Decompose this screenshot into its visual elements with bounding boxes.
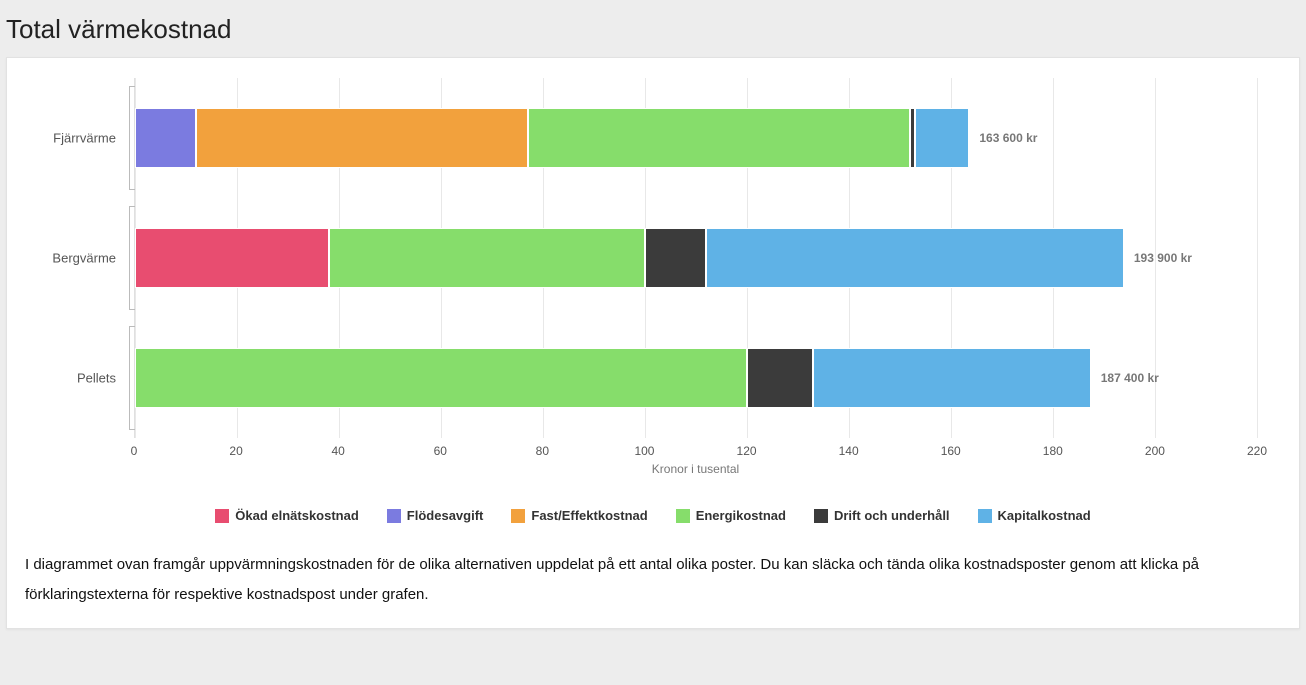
legend-label: Ökad elnätskostnad	[235, 508, 359, 523]
x-tick: 120	[737, 444, 757, 458]
bar-segment[interactable]	[706, 228, 1124, 288]
x-tick: 60	[434, 444, 447, 458]
legend-swatch	[814, 509, 828, 523]
x-tick: 220	[1247, 444, 1267, 458]
bar-segment[interactable]	[135, 228, 329, 288]
x-tick: 0	[131, 444, 138, 458]
legend-label: Kapitalkostnad	[998, 508, 1091, 523]
x-tick: 40	[331, 444, 344, 458]
grid-line	[1257, 78, 1258, 438]
bar-segment[interactable]	[747, 348, 813, 408]
y-axis-label: Bergvärme	[52, 251, 116, 266]
bar-segment[interactable]	[645, 228, 706, 288]
legend-item[interactable]: Energikostnad	[676, 508, 786, 523]
legend-item[interactable]: Drift och underhåll	[814, 508, 950, 523]
bar-row: 187 400 kr	[135, 348, 1257, 408]
legend-swatch	[215, 509, 229, 523]
bar-segment[interactable]	[528, 108, 911, 168]
legend-label: Drift och underhåll	[834, 508, 950, 523]
bar-segment[interactable]	[196, 108, 528, 168]
bar-total-label: 163 600 kr	[979, 131, 1037, 145]
legend-label: Fast/Effektkostnad	[531, 508, 647, 523]
bar-total-label: 193 900 kr	[1134, 251, 1192, 265]
legend-label: Flödesavgift	[407, 508, 484, 523]
x-tick: 140	[839, 444, 859, 458]
y-axis-label: Fjärrvärme	[53, 131, 116, 146]
x-tick: 20	[229, 444, 242, 458]
x-tick: 80	[536, 444, 549, 458]
y-axis-label: Pellets	[77, 371, 116, 386]
legend-item[interactable]: Fast/Effektkostnad	[511, 508, 647, 523]
x-axis-label: Kronor i tusental	[134, 462, 1257, 476]
x-tick: 100	[634, 444, 654, 458]
x-tick: 160	[941, 444, 961, 458]
chart-description: I diagrammet ovan framgår uppvärmningsko…	[19, 550, 1287, 610]
x-tick: 180	[1043, 444, 1063, 458]
legend-item[interactable]: Kapitalkostnad	[978, 508, 1091, 523]
bar-segment[interactable]	[135, 348, 747, 408]
page-title: Total värmekostnad	[0, 0, 1306, 57]
bar-total-label: 187 400 kr	[1101, 371, 1159, 385]
chart-legend: Ökad elnätskostnad Flödesavgift Fast/Effek…	[19, 508, 1287, 528]
bar-segment[interactable]	[813, 348, 1090, 408]
legend-swatch	[676, 509, 690, 523]
bar-row: 193 900 kr	[135, 228, 1257, 288]
legend-item[interactable]: Flödesavgift	[387, 508, 484, 523]
legend-item[interactable]: Ökad elnätskostnad	[215, 508, 359, 523]
chart: Fjärrvärme Bergvärme Pellets 163 600 kr 193…	[19, 78, 1287, 478]
bar-segment[interactable]	[915, 108, 969, 168]
bar-segment[interactable]	[135, 108, 196, 168]
legend-swatch	[387, 509, 401, 523]
x-tick: 200	[1145, 444, 1165, 458]
bar-row: 163 600 kr	[135, 108, 1257, 168]
bar-segment[interactable]	[329, 228, 645, 288]
chart-card: Fjärrvärme Bergvärme Pellets 163 600 kr 193…	[6, 57, 1300, 629]
legend-label: Energikostnad	[696, 508, 786, 523]
legend-swatch	[978, 509, 992, 523]
legend-swatch	[511, 509, 525, 523]
